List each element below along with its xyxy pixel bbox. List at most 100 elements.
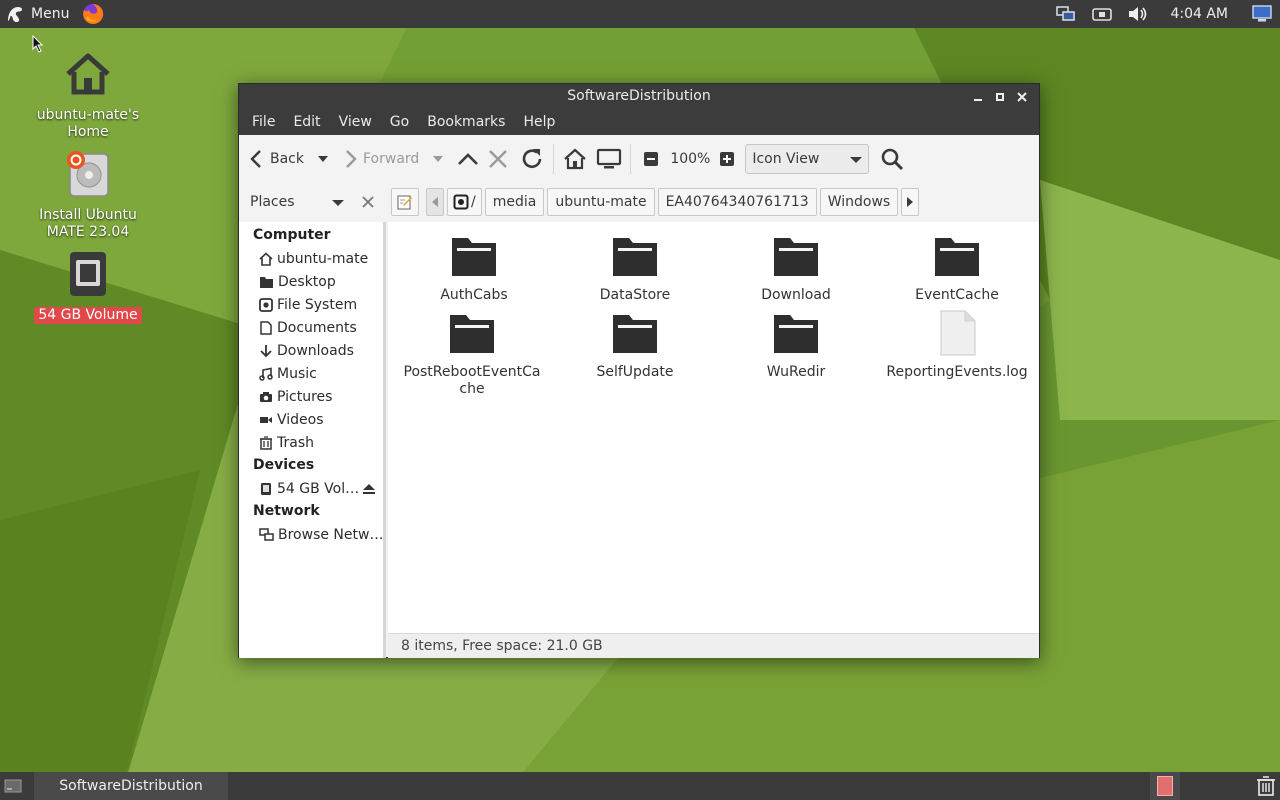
clock[interactable]: 4:04 AM — [1170, 6, 1228, 22]
folder-item[interactable]: DataStore — [560, 232, 710, 304]
trash-applet[interactable] — [1256, 776, 1276, 800]
sidebar-item-downloads[interactable]: Downloads — [239, 339, 383, 362]
close-sidebar-icon[interactable] — [361, 195, 375, 209]
path-crumb[interactable]: media — [484, 188, 545, 216]
desktop-icon-installer[interactable]: Install Ubuntu MATE 23.04 — [18, 150, 158, 241]
up-button[interactable] — [455, 143, 481, 175]
trash-icon — [1257, 776, 1275, 796]
item-label: DataStore — [599, 287, 671, 303]
search-button[interactable] — [879, 143, 905, 175]
window-titlebar[interactable]: SoftwareDistribution — [239, 84, 1039, 109]
document-icon — [260, 320, 272, 335]
sidebar-item-music[interactable]: Music — [239, 362, 383, 385]
sidebar-item-trash[interactable]: Trash — [239, 431, 383, 454]
folder-icon — [935, 238, 979, 276]
bottom-panel: SoftwareDistribution — [0, 772, 1280, 800]
sidebar-item-pictures[interactable]: Pictures — [239, 385, 383, 408]
taskbar-window-label: SoftwareDistribution — [59, 778, 203, 794]
stop-button[interactable] — [487, 143, 509, 175]
sidebar-item-label: ubuntu-mate — [277, 250, 369, 267]
item-label: AuthCabs — [440, 287, 508, 303]
folder-icon — [774, 315, 818, 353]
sidebar-item-label: Downloads — [277, 342, 354, 359]
path-scroll-right[interactable] — [901, 188, 920, 216]
sidebar-item-home[interactable]: ubuntu-mate — [239, 247, 383, 270]
zoom-out-button[interactable] — [643, 143, 659, 175]
view-mode-label: Icon View — [752, 150, 820, 167]
network-icon — [259, 527, 274, 541]
desktop-icon-home[interactable]: ubuntu-mate's Home — [18, 50, 158, 141]
maximize-button[interactable] — [989, 84, 1011, 109]
sidebar-item-label: Pictures — [277, 388, 333, 405]
firefox-icon[interactable] — [81, 2, 105, 26]
path-crumb[interactable]: ubuntu-mate — [547, 188, 655, 216]
workspace-switcher[interactable] — [1150, 772, 1180, 800]
location-row: Places / media ubuntu-mate EA40764340761… — [239, 182, 1039, 222]
main-menu-button[interactable]: Menu — [0, 0, 73, 28]
folder-item[interactable]: AuthCabs — [399, 232, 549, 304]
computer-button[interactable] — [596, 143, 622, 175]
sidebar-item-volume[interactable]: 54 GB Vol… — [239, 477, 383, 500]
menu-file[interactable]: File — [243, 114, 284, 130]
menu-edit[interactable]: Edit — [284, 114, 329, 130]
back-button[interactable]: Back — [247, 143, 334, 175]
path-crumb[interactable]: EA40764340761713 — [657, 188, 817, 216]
desktop-icon-label: ubuntu-mate's Home — [36, 107, 140, 140]
sidebar-header-network: Network — [253, 503, 320, 519]
places-sidebar: Computer ubuntu-mate Desktop File System… — [239, 222, 386, 658]
path-root[interactable]: / — [447, 188, 482, 216]
sidebar-item-documents[interactable]: Documents — [239, 316, 383, 339]
volume-icon[interactable] — [1127, 3, 1149, 25]
chevron-down-icon[interactable] — [312, 151, 334, 167]
menu-go[interactable]: Go — [381, 114, 418, 130]
file-icon-view[interactable]: AuthCabs DataStore Download EventCache P… — [388, 222, 1039, 633]
display-icon[interactable] — [1251, 3, 1273, 25]
places-selector[interactable]: Places — [239, 182, 385, 222]
menu-bookmarks[interactable]: Bookmarks — [418, 114, 514, 130]
folder-item[interactable]: WuRedir — [721, 309, 871, 381]
toolbar-separator — [553, 143, 555, 174]
eject-icon[interactable] — [361, 482, 377, 496]
desktop-icon-label: Install Ubuntu MATE 23.04 — [39, 207, 137, 240]
music-icon — [259, 367, 273, 381]
file-item[interactable]: ReportingEvents.log — [882, 309, 1032, 381]
sidebar-item-browse-network[interactable]: Browse Netw… — [239, 523, 383, 546]
path-root-label: / — [471, 194, 476, 210]
menu-help[interactable]: Help — [514, 114, 564, 130]
menu-label: Menu — [31, 6, 70, 22]
sidebar-item-desktop[interactable]: Desktop — [239, 270, 383, 293]
workspace-1[interactable] — [1157, 776, 1173, 796]
folder-item[interactable]: PostRebootEventCa che — [397, 309, 547, 398]
close-button[interactable] — [1011, 84, 1033, 109]
home-icon — [564, 148, 587, 169]
sidebar-item-filesystem[interactable]: File System — [239, 293, 383, 316]
zoom-level: 100% — [670, 150, 711, 167]
forward-button[interactable]: Forward — [340, 143, 449, 175]
folder-item[interactable]: SelfUpdate — [560, 309, 710, 381]
arrow-left-icon — [250, 149, 261, 168]
menu-view[interactable]: View — [330, 114, 381, 130]
show-desktop-button[interactable] — [4, 779, 22, 797]
keyboard-icon[interactable] — [1091, 3, 1113, 25]
network-icon[interactable] — [1055, 3, 1077, 25]
chevron-right-icon — [907, 197, 914, 207]
taskbar-window-button[interactable]: SoftwareDistribution — [34, 772, 228, 800]
minimize-button[interactable] — [967, 84, 989, 109]
computer-icon — [597, 148, 622, 168]
path-scroll-left[interactable] — [426, 188, 444, 216]
status-bar: 8 items, Free space: 21.0 GB — [388, 633, 1039, 658]
chevron-down-icon[interactable] — [427, 151, 449, 167]
folder-item[interactable]: EventCache — [882, 232, 1032, 304]
sidebar-item-videos[interactable]: Videos — [239, 408, 383, 431]
edit-location-button[interactable] — [391, 188, 419, 216]
zoom-in-button[interactable] — [719, 143, 735, 175]
reload-button[interactable] — [519, 143, 545, 175]
stop-icon — [489, 149, 508, 168]
home-button[interactable] — [562, 143, 588, 175]
filesystem-icon — [259, 297, 273, 312]
view-mode-select[interactable]: Icon View — [745, 143, 870, 174]
path-crumb[interactable]: Windows — [819, 188, 899, 216]
sidebar-item-label: Desktop — [278, 273, 336, 290]
folder-item[interactable]: Download — [721, 232, 871, 304]
desktop-icon-volume[interactable]: 54 GB Volume — [18, 250, 158, 324]
